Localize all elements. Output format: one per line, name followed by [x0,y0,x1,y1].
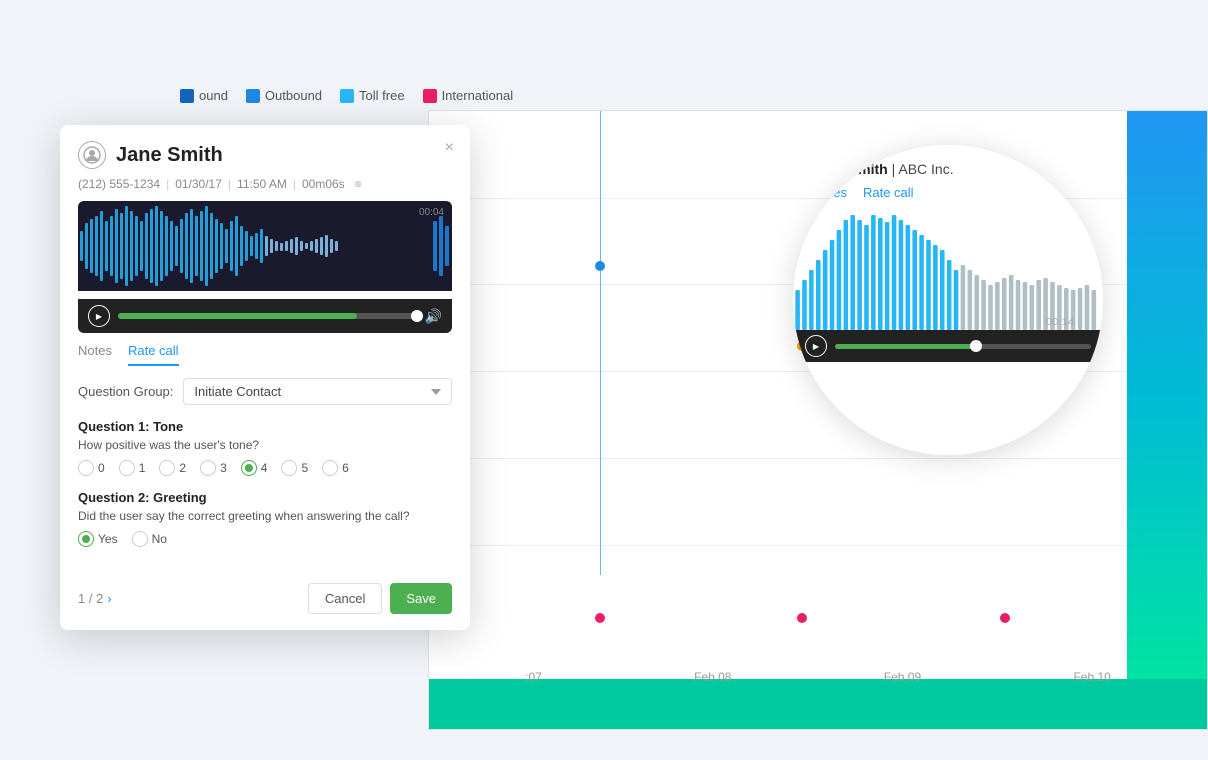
data-dot-4 [797,613,807,623]
x-axis: :07 Feb 08 Feb 09 Feb 10 [429,670,1207,684]
data-dot-6 [1000,613,1010,623]
question-group-select[interactable]: Initiate Contact [183,378,452,405]
meta-date: 01/30/17 [175,177,222,191]
gradient-bar [1127,111,1207,691]
x-label-3: Feb 09 [884,670,921,684]
zoom-progress-track[interactable] [835,344,1091,349]
footer-buttons: Cancel Save [308,583,452,614]
pagination-next[interactable]: › [107,591,111,606]
x-label-2: Feb 08 [694,670,731,684]
progress-thumb [411,310,423,322]
question-1-subtitle: How positive was the user's tone? [78,438,452,452]
question-2-subtitle: Did the user say the correct greeting wh… [78,509,452,523]
question-2-block: Question 2: Greeting Did the user say th… [78,490,452,547]
question-2-title: Question 2: Greeting [78,490,452,505]
tone-option-6[interactable]: 6 [322,460,349,476]
legend-international-label: International [442,88,514,103]
tone-option-4[interactable]: 4 [241,460,268,476]
zoom-waveform: 00:14 [793,210,1103,330]
legend-outbound-label: Outbound [265,88,322,103]
pagination-text: 1 / 2 [78,591,103,606]
modal-footer: 1 / 2 › Cancel Save [60,573,470,630]
svg-text:00:14: 00:14 [1046,317,1075,328]
tab-notes[interactable]: Notes [78,343,112,366]
chart-legend: ound Outbound Toll free International [180,88,513,103]
call-detail-modal: Jane Smith × (212) 555-1234 | 01/30/17 |… [60,125,470,630]
cancel-button[interactable]: Cancel [308,583,382,614]
waveform-container: 00:04 [78,201,452,291]
zoom-play-button[interactable]: ▶ [805,335,827,357]
question-1-block: Question 1: Tone How positive was the us… [78,419,452,476]
grid-line [429,198,1207,199]
audio-player: ▶ 🔊 [78,299,452,333]
zoom-tab-rate[interactable]: Rate call [863,185,914,202]
tollfree-dot [340,89,354,103]
volume-icon[interactable]: 🔊 [425,308,442,325]
teal-bar [429,679,1207,729]
tone-option-2[interactable]: 2 [159,460,186,476]
progress-track[interactable] [118,313,417,319]
waveform-svg [78,201,452,291]
international-dot [423,89,437,103]
meta-duration: 00m06s [302,177,345,191]
waveform-time: 00:04 [419,207,444,218]
tone-option-3[interactable]: 3 [200,460,227,476]
chart-vline [600,111,601,575]
zoom-company: ABC Inc. [898,161,953,177]
zoom-progress-thumb [970,340,982,352]
legend-tollfree-label: Toll free [359,88,405,103]
tone-scale-group: 0 1 2 3 4 [78,460,452,476]
greeting-yes[interactable]: Yes [78,531,118,547]
play-button[interactable]: ▶ [88,305,110,327]
close-button[interactable]: × [445,139,454,157]
greeting-no[interactable]: No [132,531,167,547]
x-label-1: :07 [525,670,542,684]
grid-line [429,545,1207,546]
modal-meta: (212) 555-1234 | 01/30/17 | 11:50 AM | 0… [60,177,470,201]
progress-fill [118,313,357,319]
legend-outbound: Outbound [246,88,322,103]
legend-tollfree: Toll free [340,88,405,103]
zoom-tabs: Notes Rate call [813,185,1083,202]
avatar [78,141,106,169]
data-dot-1 [595,261,605,271]
question-group-row: Question Group: Initiate Contact [78,378,452,405]
tab-rate-call[interactable]: Rate call [128,343,179,366]
modal-tabs: Notes Rate call [60,333,470,366]
legend-inbound-label: ound [199,88,228,103]
zoom-popup: Jane Smith | ABC Inc. Notes Rate call [793,145,1103,455]
zoom-progress-fill [835,344,976,349]
greeting-group: Yes No [78,531,452,547]
meta-time: 11:50 AM [237,177,287,191]
tone-option-1[interactable]: 1 [119,460,146,476]
legend-inbound: ound [180,88,228,103]
zoom-waveform-svg: 00:14 [793,210,1103,330]
question-1-title: Question 1: Tone [78,419,452,434]
save-button[interactable]: Save [390,583,452,614]
x-label-4: Feb 10 [1073,670,1110,684]
outbound-dot [246,89,260,103]
tone-option-0[interactable]: 0 [78,460,105,476]
pagination: 1 / 2 › [78,591,112,606]
modal-title: Jane Smith [116,144,223,167]
chart-area: :07 Feb 08 Feb 09 Feb 10 [428,110,1208,730]
zoom-player: ▶ [793,330,1103,362]
modal-header: Jane Smith × [60,125,470,177]
modal-content: Question Group: Initiate Contact Questio… [60,366,470,573]
inbound-dot [180,89,194,103]
question-group-label: Question Group: [78,384,173,399]
meta-phone: (212) 555-1234 [78,177,160,191]
legend-international: International [423,88,514,103]
chart-grid [429,111,1207,689]
tone-option-5[interactable]: 5 [281,460,308,476]
data-dot-3 [595,613,605,623]
grid-line [429,458,1207,459]
meta-icon: ≡ [355,177,362,191]
